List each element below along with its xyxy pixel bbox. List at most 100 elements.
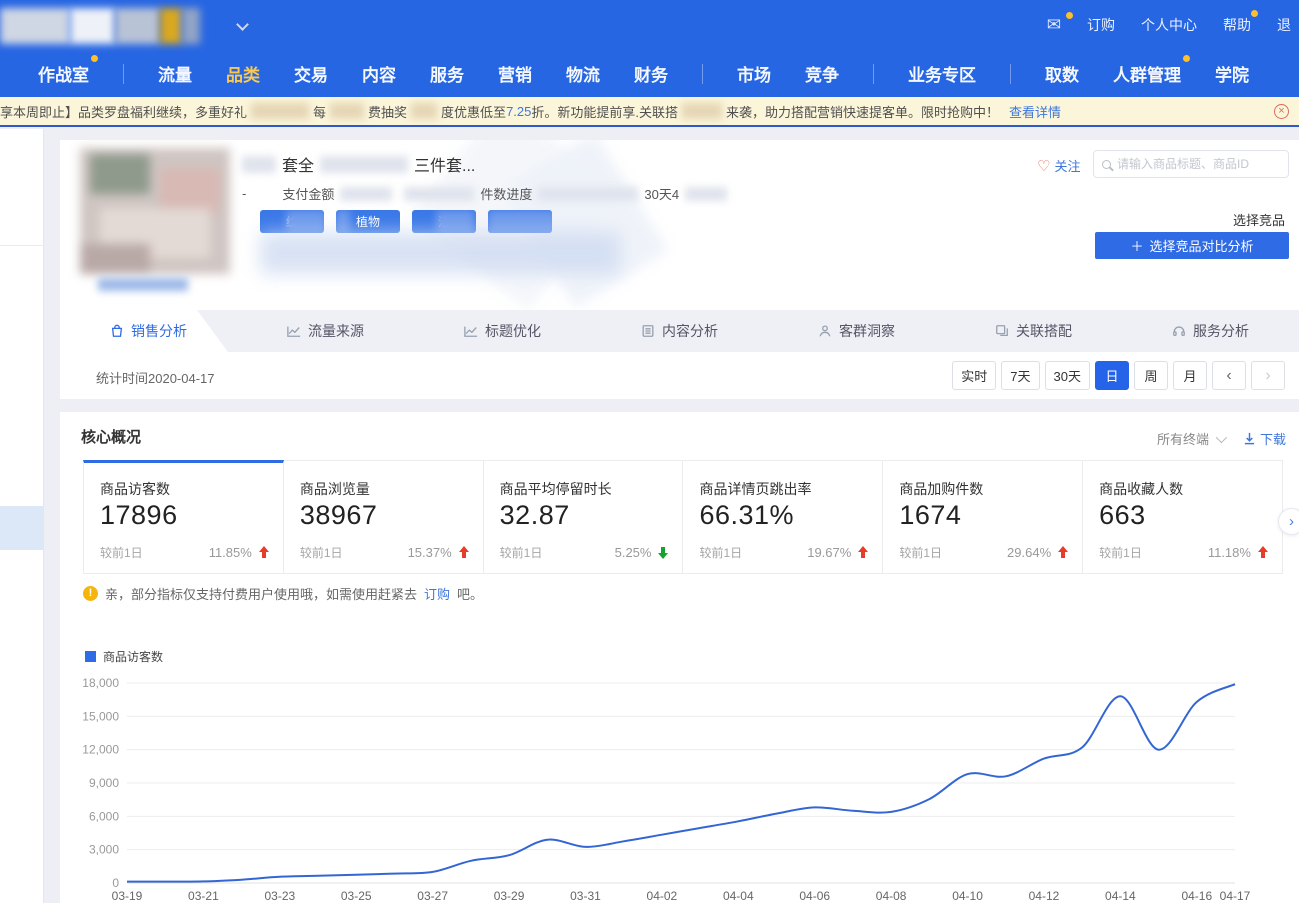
svg-text:04-12: 04-12 <box>1029 889 1060 903</box>
product-tag[interactable]: 洁 <box>412 210 476 233</box>
link-subscribe[interactable]: 订购 <box>1087 15 1115 35</box>
svg-text:04-17: 04-17 <box>1220 889 1251 903</box>
svg-text:03-25: 03-25 <box>341 889 372 903</box>
nav-item-competition[interactable]: 竞争 <box>805 61 839 86</box>
nav-item-war-room[interactable]: 作战室 <box>38 55 98 86</box>
svg-text:04-02: 04-02 <box>647 889 678 903</box>
nav-divider <box>1010 63 1011 84</box>
banner-text: 享本周即止】品类罗盘福利继续，多重好礼 <box>0 104 248 120</box>
statistics-time: 统计时间2020-04-17 <box>96 371 215 386</box>
tab-customer-insight[interactable]: 客群洞察 <box>768 310 945 352</box>
range-7day-button[interactable]: 7天 <box>1001 361 1040 390</box>
range-month-button[interactable]: 月 <box>1173 361 1207 390</box>
tab-service-analysis[interactable]: 服务分析 <box>1122 310 1299 352</box>
promo-banner: 享本周即止】品类罗盘福利继续，多重好礼 每 费抽奖 度优惠低至 7.25 折。新… <box>0 97 1299 127</box>
metric-card-avg-stay[interactable]: 商品平均停留时长 32.87 较前1日 5.25% <box>483 460 684 574</box>
link-help[interactable]: 帮助 <box>1223 10 1258 35</box>
notification-dot <box>1066 12 1073 19</box>
line-chart-icon <box>287 326 301 337</box>
nav-item-academy[interactable]: 学院 <box>1215 61 1249 86</box>
line-chart-icon <box>464 326 478 337</box>
nav-item-market[interactable]: 市场 <box>737 61 771 86</box>
tab-content-analysis[interactable]: 内容分析 <box>591 310 768 352</box>
product-search-box <box>1093 150 1289 178</box>
analysis-tabs: 销售分析 流量来源 标题优化 内容分析 客群洞察 关联搭配 服务分析 <box>60 310 1299 352</box>
headset-icon <box>1173 326 1185 337</box>
product-tag[interactable]: 纹 <box>260 210 324 233</box>
prev-period-button[interactable]: ‹ <box>1212 361 1246 390</box>
follow-button[interactable]: ♡ 关注 <box>1037 156 1080 175</box>
metric-card-pageviews[interactable]: 商品浏览量 38967 较前1日 15.37% <box>283 460 484 574</box>
product-tag[interactable] <box>488 210 552 233</box>
sidebar-selected-item[interactable] <box>0 506 43 550</box>
banner-details-link[interactable]: 查看详情 <box>1009 102 1061 121</box>
svg-text:03-27: 03-27 <box>417 889 448 903</box>
blurred-text <box>251 103 310 119</box>
metric-card-bounce-rate[interactable]: 商品详情页跳出率 66.31% 较前1日 19.67% <box>683 460 884 574</box>
days-label: 30天4 <box>644 187 680 202</box>
tab-traffic-source[interactable]: 流量来源 <box>237 310 414 352</box>
mail-icon[interactable]: ✉ <box>1047 12 1073 35</box>
compare-competitor-button[interactable]: ＋ 选择竞品对比分析 <box>1095 232 1289 259</box>
svg-text:04-06: 04-06 <box>799 889 830 903</box>
nav-item-crowd-management[interactable]: 人群管理 <box>1113 55 1190 86</box>
svg-text:15,000: 15,000 <box>82 709 119 723</box>
nav-item-trade[interactable]: 交易 <box>294 61 328 86</box>
blurred-product-image <box>80 148 230 274</box>
metric-cards-row: 商品访客数 17896 较前1日 11.85% 商品浏览量 38967 较前1日… <box>83 460 1283 574</box>
person-icon <box>819 325 831 337</box>
nav-item-service[interactable]: 服务 <box>430 61 464 86</box>
range-day-button-active[interactable]: 日 <box>1095 361 1129 390</box>
blurred-value <box>340 186 393 201</box>
up-arrow-icon <box>458 546 469 559</box>
svg-text:04-14: 04-14 <box>1105 889 1136 903</box>
search-input[interactable] <box>1117 157 1280 171</box>
svg-text:12,000: 12,000 <box>82 743 119 757</box>
nav-divider <box>123 63 124 84</box>
account-chevron-down-icon[interactable] <box>236 18 249 31</box>
link-logout[interactable]: 退 <box>1277 15 1291 35</box>
nav-item-traffic[interactable]: 流量 <box>158 61 192 86</box>
svg-text:03-23: 03-23 <box>264 889 295 903</box>
metric-card-favorites[interactable]: 商品收藏人数 663 较前1日 11.18% <box>1083 460 1283 574</box>
nav-item-finance[interactable]: 财务 <box>634 61 668 86</box>
topbar-account-row: ✉ 订购 个人中心 帮助 退 <box>0 0 1299 50</box>
download-link[interactable]: 下载 <box>1243 429 1286 448</box>
product-header-card: 套全 三件套... - 支付金额 件数进度 30天4 纹 植物 洁 ♡ 关注 <box>60 140 1299 310</box>
tab-sales-analysis[interactable]: 销售分析 <box>60 310 237 352</box>
banner-close-icon[interactable]: × <box>1274 104 1289 119</box>
range-week-button[interactable]: 周 <box>1134 361 1168 390</box>
svg-text:03-21: 03-21 <box>188 889 219 903</box>
terminal-filter-dropdown[interactable]: 所有终端 <box>1157 429 1228 448</box>
subscribe-link[interactable]: 订购 <box>424 584 450 603</box>
next-period-button[interactable]: › <box>1251 361 1285 390</box>
privacy-mask <box>260 232 620 274</box>
link-personal-center[interactable]: 个人中心 <box>1141 15 1197 35</box>
date-range-buttons: 实时 7天 30天 日 周 月 ‹ › <box>952 361 1285 390</box>
legend-label: 商品访客数 <box>103 650 164 664</box>
legend-swatch <box>85 651 96 662</box>
notification-dot <box>1251 10 1258 17</box>
shopping-bag-icon <box>111 324 123 337</box>
product-tag[interactable]: 植物 <box>336 210 400 233</box>
blurred-text <box>411 103 438 119</box>
tab-title-optimization[interactable]: 标题优化 <box>414 310 591 352</box>
metric-card-add-to-cart[interactable]: 商品加购件数 1674 较前1日 29.64% <box>883 460 1084 574</box>
blurred-value <box>538 186 639 201</box>
range-30day-button[interactable]: 30天 <box>1044 361 1090 390</box>
nav-item-marketing[interactable]: 营销 <box>498 61 532 86</box>
nav-item-business-zone[interactable]: 业务专区 <box>908 61 976 86</box>
visitors-line-chart[interactable]: 0 3,000 6,000 9,000 12,000 15,000 18,000 03-19 0… <box>60 667 1299 903</box>
blurred-value <box>685 186 728 201</box>
tab-association-matching[interactable]: 关联搭配 <box>945 310 1122 352</box>
range-realtime-button[interactable]: 实时 <box>952 361 997 390</box>
nav-item-content[interactable]: 内容 <box>362 61 396 86</box>
nav-item-logistics[interactable]: 物流 <box>566 61 600 86</box>
nav-item-category-active[interactable]: 品类 <box>226 61 260 86</box>
metric-card-visitors[interactable]: 商品访客数 17896 较前1日 11.85% <box>83 460 284 574</box>
section-title: 核心概况 <box>81 429 142 446</box>
metrics-next-button[interactable]: › <box>1278 508 1299 535</box>
notification-dot <box>1183 55 1190 62</box>
nav-item-data-extract[interactable]: 取数 <box>1045 61 1079 86</box>
blurred-value <box>404 186 475 201</box>
